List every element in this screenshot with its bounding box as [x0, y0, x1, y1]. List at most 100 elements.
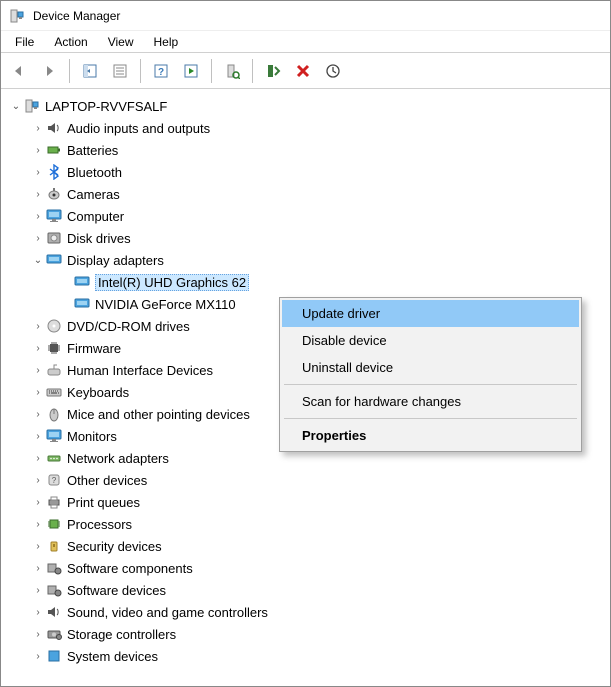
device-label: NVIDIA GeForce MX110	[95, 297, 236, 312]
category-security[interactable]: ›Security devices	[3, 535, 608, 557]
category-display[interactable]: ⌄Display adapters	[3, 249, 608, 271]
category-label: Print queues	[67, 495, 140, 510]
category-label: Disk drives	[67, 231, 131, 246]
category-computer[interactable]: › Computer	[3, 205, 608, 227]
menubar: File Action View Help	[1, 31, 610, 53]
window-title: Device Manager	[33, 9, 120, 23]
update-driver-button[interactable]	[319, 57, 347, 85]
display-icon	[45, 252, 63, 268]
expand-icon[interactable]: ›	[31, 429, 45, 443]
cpu-icon	[45, 516, 63, 532]
uninstall-device-button[interactable]	[289, 57, 317, 85]
svg-text:?: ?	[158, 67, 164, 78]
monitor-icon	[45, 208, 63, 224]
expand-icon[interactable]: ›	[31, 649, 45, 663]
toolbar: ?	[1, 53, 610, 89]
category-label: Audio inputs and outputs	[67, 121, 210, 136]
security-icon	[45, 538, 63, 554]
computer-icon	[23, 98, 41, 114]
collapse-icon[interactable]: ⌄	[9, 99, 23, 113]
properties-button[interactable]	[106, 57, 134, 85]
context-update-driver[interactable]: Update driver	[282, 300, 579, 327]
category-bluetooth[interactable]: › Bluetooth	[3, 161, 608, 183]
expand-icon[interactable]: ›	[31, 319, 45, 333]
category-label: Network adapters	[67, 451, 169, 466]
category-storage[interactable]: ›Storage controllers	[3, 623, 608, 645]
speaker-icon	[45, 120, 63, 136]
expand-icon[interactable]: ⌄	[31, 253, 45, 267]
swcomp-icon	[45, 582, 63, 598]
expand-icon[interactable]: ›	[31, 231, 45, 245]
category-label: Software components	[67, 561, 193, 576]
category-audio[interactable]: › Audio inputs and outputs	[3, 117, 608, 139]
menu-file[interactable]: File	[7, 33, 42, 51]
expand-icon[interactable]: ›	[31, 495, 45, 509]
category-print[interactable]: › Print queues	[3, 491, 608, 513]
app-icon	[9, 8, 25, 24]
action-button[interactable]	[177, 57, 205, 85]
category-cameras[interactable]: ›Cameras	[3, 183, 608, 205]
tree-root[interactable]: ⌄ LAPTOP-RVVFSALF	[3, 95, 608, 117]
forward-button[interactable]	[35, 57, 63, 85]
display-icon	[73, 296, 91, 312]
menu-view[interactable]: View	[100, 33, 142, 51]
menu-action[interactable]: Action	[46, 33, 95, 51]
device-label: Intel(R) UHD Graphics 62	[95, 274, 249, 291]
category-processors[interactable]: › Processors	[3, 513, 608, 535]
category-label: Human Interface Devices	[67, 363, 213, 378]
category-label: Keyboards	[67, 385, 129, 400]
category-swcomp[interactable]: › Software components	[3, 557, 608, 579]
chip-icon	[45, 340, 63, 356]
expand-icon[interactable]: ›	[31, 143, 45, 157]
context-disable-device[interactable]: Disable device	[282, 327, 579, 354]
category-diskdrives[interactable]: › Disk drives	[3, 227, 608, 249]
expand-icon[interactable]: ›	[31, 451, 45, 465]
category-label: DVD/CD-ROM drives	[67, 319, 190, 334]
toolbar-separator	[69, 59, 70, 83]
expand-icon[interactable]: ›	[31, 561, 45, 575]
menu-help[interactable]: Help	[146, 33, 187, 51]
monitor-icon	[45, 428, 63, 444]
context-uninstall-device[interactable]: Uninstall device	[282, 354, 579, 381]
battery-icon	[45, 142, 63, 158]
expand-icon[interactable]: ›	[31, 517, 45, 531]
category-other[interactable]: › Other devices	[3, 469, 608, 491]
category-batteries[interactable]: › Batteries	[3, 139, 608, 161]
expand-icon[interactable]: ›	[31, 407, 45, 421]
expand-icon[interactable]: ›	[31, 539, 45, 553]
context-properties[interactable]: Properties	[282, 422, 579, 449]
context-scan-hardware[interactable]: Scan for hardware changes	[282, 388, 579, 415]
category-system[interactable]: ›System devices	[3, 645, 608, 667]
expand-icon[interactable]: ›	[31, 385, 45, 399]
expand-icon[interactable]: ›	[31, 209, 45, 223]
expand-icon[interactable]: ›	[31, 341, 45, 355]
expand-icon[interactable]: ›	[31, 363, 45, 377]
expand-icon[interactable]: ›	[31, 165, 45, 179]
show-hide-tree-button[interactable]	[76, 57, 104, 85]
enable-device-button[interactable]	[259, 57, 287, 85]
expand-icon[interactable]: ›	[31, 473, 45, 487]
category-sound[interactable]: › Sound, video and game controllers	[3, 601, 608, 623]
back-button[interactable]	[5, 57, 33, 85]
bluetooth-icon	[45, 164, 63, 180]
scan-button[interactable]	[218, 57, 246, 85]
expand-icon[interactable]: ›	[31, 121, 45, 135]
expand-icon[interactable]: ›	[31, 627, 45, 641]
category-swdev[interactable]: ›Software devices	[3, 579, 608, 601]
storage-icon	[45, 626, 63, 642]
expand-icon[interactable]: ›	[31, 583, 45, 597]
category-label: Batteries	[67, 143, 118, 158]
leaf-spacer	[59, 275, 73, 289]
category-label: Other devices	[67, 473, 147, 488]
category-label: Bluetooth	[67, 165, 122, 180]
category-label: Computer	[67, 209, 124, 224]
device-item[interactable]: Intel(R) UHD Graphics 62	[3, 271, 608, 293]
toolbar-separator	[252, 59, 253, 83]
category-label: Sound, video and game controllers	[67, 605, 268, 620]
disc-icon	[45, 318, 63, 334]
help-button[interactable]: ?	[147, 57, 175, 85]
other-icon	[45, 472, 63, 488]
expand-icon[interactable]: ›	[31, 605, 45, 619]
expand-icon[interactable]: ›	[31, 187, 45, 201]
category-label: Processors	[67, 517, 132, 532]
